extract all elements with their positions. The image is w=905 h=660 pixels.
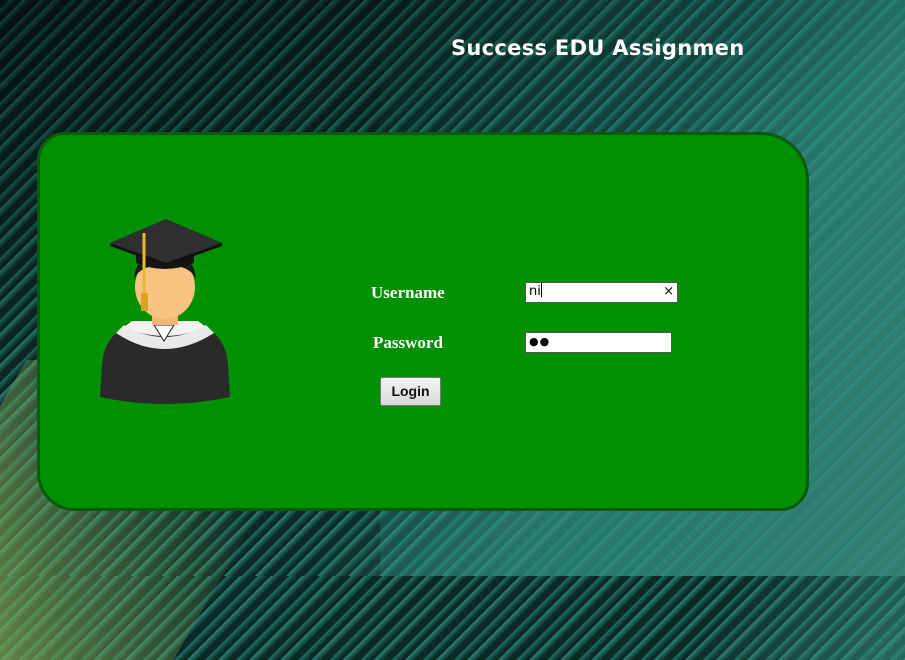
login-button[interactable]: Login [380,377,441,406]
password-masked-value: ●● [529,335,551,348]
clear-input-icon[interactable]: × [663,283,674,301]
login-panel: Username ni × Password ●● Login [37,132,809,511]
text-caret [540,283,542,297]
username-label: Username [371,283,445,302]
username-input[interactable]: ni × [525,282,678,303]
username-value: ni [529,284,541,299]
graduate-avatar-icon [100,219,230,404]
page-title: Success EDU Assignmen [451,36,745,60]
password-label: Password [373,333,443,352]
password-input[interactable]: ●● [525,332,672,353]
